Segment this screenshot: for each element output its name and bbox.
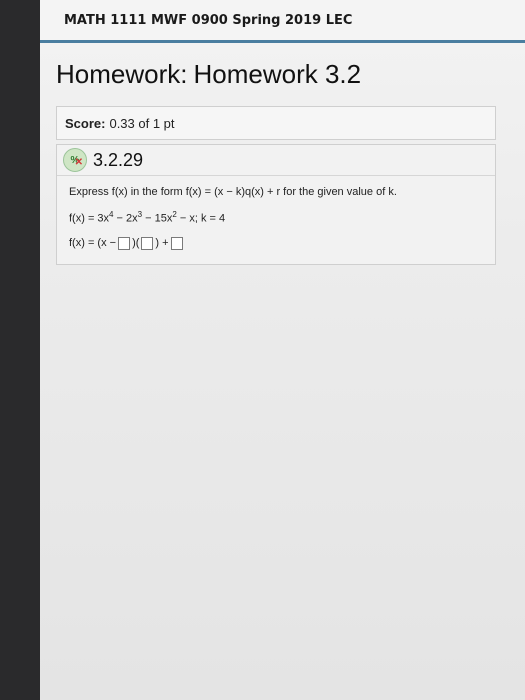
main-content: Homework: Homework 3.2 Score: 0.33 of 1 p… (40, 43, 525, 265)
question-panel: % ✕ 3.2.29 Express f(x) in the form f(x) =… (56, 144, 496, 265)
question-prompt: Express f(x) in the form f(x) = (x − k)q(… (69, 186, 485, 198)
question-number: 3.2.29 (93, 149, 144, 170)
score-panel: Score: 0.33 of 1 pt (56, 106, 496, 140)
function-term-3: − 15x (142, 212, 173, 225)
answer-mid: )( (132, 237, 140, 250)
score-value: 0.33 of 1 pt (109, 115, 175, 131)
question-body: Express f(x) in the form f(x) = (x − k)q(… (57, 176, 495, 264)
quotient-answer-input[interactable] (141, 236, 154, 250)
question-header: % ✕ 3.2.29 (57, 145, 495, 176)
prompt-text-a: Express f(x) in the form (69, 186, 183, 198)
course-header: MATH 1111 MWF 0900 Spring 2019 LEC (40, 0, 525, 40)
partial-credit-icon: % ✕ (63, 148, 87, 172)
prompt-text-b: for the given value of k. (283, 186, 397, 198)
answer-plus: ) + (155, 237, 169, 250)
answer-lhs: f(x) = (x − (69, 237, 117, 250)
remainder-answer-input[interactable] (170, 236, 183, 250)
page-title: Homework: Homework 3.2 (56, 59, 525, 90)
answer-row: f(x) = (x − )( ) + (69, 236, 485, 250)
function-term-4: − x; k = 4 (176, 212, 226, 225)
function-term-2: − 2x (113, 212, 138, 225)
browser-screen: MATH 1111 MWF 0900 Spring 2019 LEC Homew… (40, 0, 525, 700)
function-term-1: f(x) = 3x (69, 212, 110, 225)
page-title-name: Homework 3.2 (193, 59, 362, 89)
course-title: MATH 1111 MWF 0900 Spring 2019 LEC (64, 12, 353, 28)
prompt-form: f(x) = (x − k)q(x) + r (185, 186, 281, 198)
given-function: f(x) = 3x4 − 2x3 − 15x2 − x; k = 4 (69, 210, 485, 225)
page-title-prefix: Homework: (56, 59, 188, 89)
k-answer-input[interactable] (118, 236, 131, 250)
score-label: Score: (65, 115, 106, 131)
